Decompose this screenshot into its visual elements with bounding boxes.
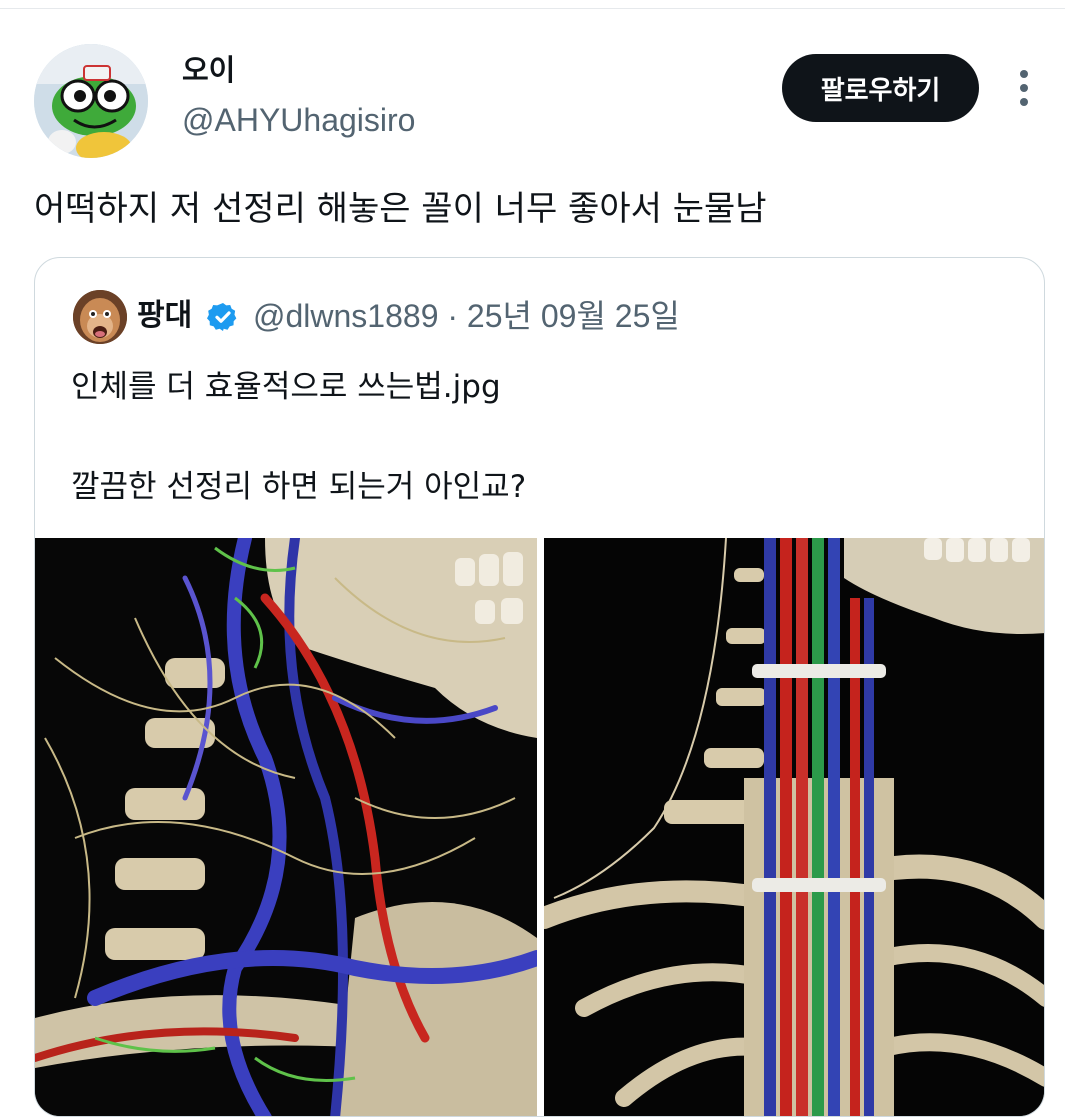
top-divider: [0, 8, 1065, 9]
author-display-name[interactable]: 오이: [182, 52, 235, 88]
more-options-icon[interactable]: [1008, 66, 1040, 110]
verified-badge-icon: [207, 303, 237, 331]
author-handle[interactable]: @AHYUhagisiro: [182, 100, 415, 140]
quoted-author-avatar[interactable]: [73, 290, 127, 344]
keroro-avatar-icon: [34, 44, 148, 158]
quoted-handle-date[interactable]: @dlwns1889 · 25년 09월 25일: [253, 296, 680, 336]
follow-button[interactable]: 팔로우하기: [782, 54, 979, 122]
tangled-nerves-vessels-image[interactable]: [35, 538, 537, 1116]
author-avatar[interactable]: [34, 44, 148, 158]
tweet-text: 어떡하지 저 선정리 해놓은 꼴이 너무 좋아서 눈물남: [34, 189, 767, 229]
orangutan-avatar-icon: [73, 290, 127, 344]
organized-cable-spine-image[interactable]: [544, 538, 1044, 1116]
quoted-display-name[interactable]: 팡대: [137, 296, 192, 336]
quoted-tweet-card[interactable]: 팡대 @dlwns1889 · 25년 09월 25일 인체를 더 효율적으로 …: [34, 257, 1045, 1117]
quoted-text-line-1: 인체를 더 효율적으로 쓰는법.jpg: [71, 369, 501, 405]
quoted-text-line-2: 깔끔한 선정리 하면 되는거 아인교?: [71, 469, 527, 505]
